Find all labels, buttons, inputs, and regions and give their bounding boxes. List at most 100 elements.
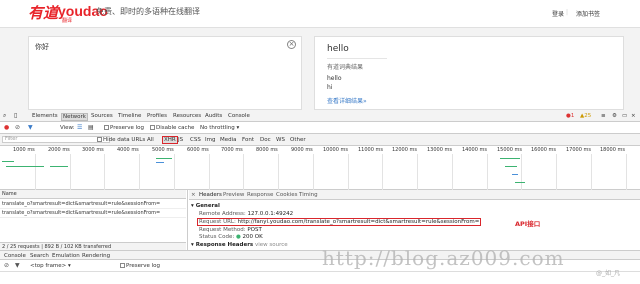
timeline-tick: 18000 ms [600, 147, 625, 153]
filter-media[interactable]: Media [220, 137, 237, 143]
request-url: Request URL: http://fanyi.youdao.com/tra… [197, 218, 482, 226]
watermark-url: http://blog.az009.com [322, 246, 565, 270]
tab-response[interactable]: Response [247, 192, 273, 198]
request-details: × Headers Preview Response Cookies Timin… [189, 190, 640, 250]
dict-label: 有道词典结果 [327, 64, 364, 71]
tab-audits[interactable]: Audits [205, 113, 222, 119]
dock-icon[interactable]: ▭ [622, 113, 627, 119]
more-results-link[interactable]: 查看详细结果» [327, 96, 367, 105]
timeline-tick: 8000 ms [256, 147, 278, 153]
waterfall-bar [156, 158, 172, 159]
result-title: hello [327, 44, 349, 54]
result-panel: hello 有道词典结果 hello hi 查看详细结果» [314, 36, 624, 110]
timeline-tick: 9000 ms [291, 147, 313, 153]
clear-log-icon[interactable]: ⊘ [15, 125, 20, 131]
filter-doc[interactable]: Doc [260, 137, 271, 143]
tab-network[interactable]: Network [61, 113, 88, 121]
tab-headers[interactable]: Headers [199, 192, 222, 198]
api-annotation: API接口 [515, 220, 541, 228]
request-row[interactable]: translate_o?smartresult=dict&smartresult… [0, 200, 186, 209]
record-icon[interactable]: ● [4, 125, 9, 131]
throttle-select[interactable]: No throttling ▾ [200, 125, 239, 131]
tab-preview[interactable]: Preview [223, 192, 244, 198]
result-divider [327, 58, 387, 59]
translate-area: 你好 × hello 有道词典结果 hello hi 查看详细结果» [0, 28, 640, 110]
result-item: hi [327, 84, 333, 91]
filter-icon[interactable]: ▼ [28, 125, 33, 131]
drawer-tab-search[interactable]: Search [30, 253, 49, 259]
tab-elements[interactable]: Elements [32, 113, 58, 119]
hide-data-urls-checkbox[interactable]: Hide data URLs [97, 137, 145, 143]
tab-cookies[interactable]: Cookies [276, 192, 298, 198]
watermark-credit: @_如_凡 [596, 270, 621, 277]
timeline-tick: 14000 ms [462, 147, 487, 153]
name-column-header[interactable]: Name [0, 190, 186, 199]
timeline-tick: 4000 ms [117, 147, 139, 153]
warning-count: ▲25 [580, 113, 592, 119]
devtools-tabbar: ⌕ ▯ Elements Network Sources Timeline Pr… [0, 110, 640, 122]
console-clear-icon[interactable]: ⊘ [4, 263, 9, 269]
timeline-tick: 1000 ms [13, 147, 35, 153]
waterfall-bar [50, 166, 68, 167]
tab-timing[interactable]: Timing [299, 192, 318, 198]
detail-close-icon[interactable]: × [191, 192, 196, 198]
disable-cache-checkbox[interactable]: Disable cache [150, 125, 194, 131]
overview-icon[interactable]: ▤ [88, 125, 94, 131]
large-rows-icon[interactable]: ☰ [77, 125, 82, 131]
view-label: View: [60, 125, 75, 131]
source-text: 你好 [35, 43, 49, 51]
clear-icon[interactable]: × [287, 40, 296, 49]
console-preserve-log[interactable]: Preserve log [120, 263, 160, 269]
filter-all[interactable]: All [147, 137, 154, 143]
inspect-icon[interactable]: ⌕ [3, 113, 6, 119]
general-section[interactable]: ▾ General [191, 203, 220, 209]
error-count-value: 1 [570, 113, 575, 119]
drawer-tab-rendering[interactable]: Rendering [82, 253, 110, 259]
request-row[interactable]: translate_o?smartresult=dict&smartresult… [0, 209, 186, 218]
timeline-overview[interactable]: 1000 ms 2000 ms 3000 ms 4000 ms 5000 ms … [0, 146, 640, 190]
timeline-tick: 5000 ms [152, 147, 174, 153]
timeline-tick: 17000 ms [566, 147, 591, 153]
drawer-tab-emulation[interactable]: Emulation [52, 253, 80, 259]
device-icon[interactable]: ▯ [14, 113, 17, 119]
tab-resources[interactable]: Resources [173, 113, 201, 119]
network-toolbar: ● ⊘ ▼ View: ☰ ▤ Preserve log Disable cac… [0, 122, 640, 134]
response-headers-section[interactable]: ▾ Response Headers [191, 242, 253, 248]
filter-ws[interactable]: WS [276, 137, 285, 143]
timeline-tick: 15000 ms [497, 147, 522, 153]
filter-bar: Filter Hide data URLs All XHR JS CSS Img… [0, 134, 640, 146]
settings-icon[interactable]: ⚙ [612, 113, 617, 119]
filter-css[interactable]: CSS [190, 137, 201, 143]
warning-count-value: 25 [584, 113, 592, 119]
timeline-tick: 16000 ms [531, 147, 556, 153]
timeline-tick: 2000 ms [48, 147, 70, 153]
waterfall-bar [505, 166, 517, 167]
logo-subtitle: 翻译 [62, 18, 73, 24]
bookmark-link[interactable]: 添加书签 [576, 9, 600, 18]
filter-other[interactable]: Other [290, 137, 306, 143]
waterfall-bar [156, 162, 164, 163]
filter-input[interactable]: Filter [2, 136, 110, 143]
timeline-tick: 7000 ms [221, 147, 243, 153]
filter-font[interactable]: Font [242, 137, 254, 143]
view-source-link[interactable]: view source [255, 242, 288, 248]
tab-console[interactable]: Console [228, 113, 250, 119]
tab-timeline[interactable]: Timeline [118, 113, 141, 119]
console-filter-icon[interactable]: ▼ [15, 263, 20, 269]
tab-sources[interactable]: Sources [91, 113, 113, 119]
request-list: Name translate_o?smartresult=dict&smartr… [0, 190, 188, 251]
timeline-tick: 10000 ms [323, 147, 348, 153]
filter-js[interactable]: JS [178, 137, 183, 143]
frame-select[interactable]: <top frame> ▾ [30, 263, 71, 269]
login-link[interactable]: 登录 [552, 9, 564, 18]
filter-xhr[interactable]: XHR [162, 136, 178, 144]
close-icon[interactable]: × [631, 113, 636, 119]
filter-img[interactable]: Img [205, 137, 215, 143]
timeline-tick: 6000 ms [187, 147, 209, 153]
timeline-tick: 13000 ms [427, 147, 452, 153]
source-textarea[interactable]: 你好 × [28, 36, 302, 110]
tab-profiles[interactable]: Profiles [147, 113, 167, 119]
preserve-log-checkbox[interactable]: Preserve log [104, 125, 144, 131]
drawer-tab-console[interactable]: Console [4, 253, 26, 259]
console-drawer-icon[interactable]: ≡ [601, 113, 606, 119]
